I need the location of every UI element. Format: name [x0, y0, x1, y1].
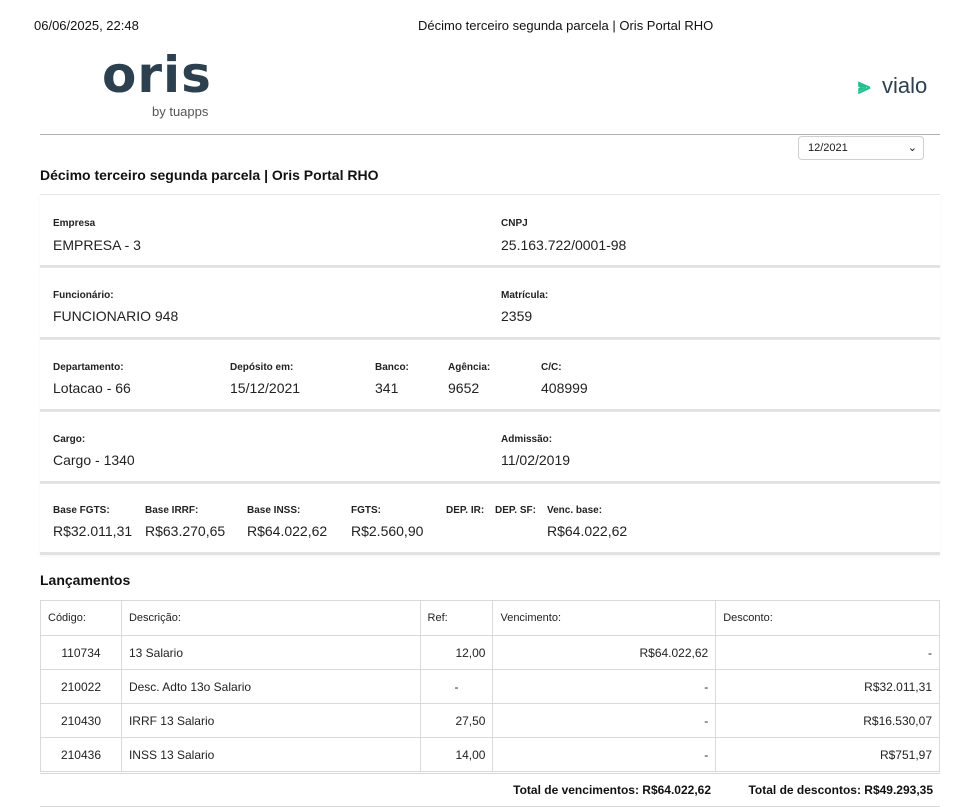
base-fgts-label: Base FGTS:	[53, 505, 110, 516]
cell-descricao: IRRF 13 Salario	[120, 703, 421, 738]
cell-desconto: -	[715, 635, 940, 670]
lancamentos-title: Lançamentos	[40, 572, 131, 588]
base-inss-label: Base INSS:	[247, 505, 301, 516]
period-select[interactable]: 12/2021 ⌄	[798, 136, 924, 160]
admissao-label: Admissão:	[501, 434, 553, 445]
fgts-value: R$2.560,90	[351, 523, 424, 539]
cargo-value: Cargo - 1340	[53, 452, 135, 468]
cell-ref: 14,00	[419, 737, 494, 772]
cell-codigo: 210430	[40, 703, 122, 738]
col-descricao: Descrição:	[120, 600, 421, 636]
table-row: 210022 Desc. Adto 13o Salario - - R$32.0…	[40, 669, 940, 704]
cargo-label: Cargo:	[53, 434, 86, 445]
departamento-value: Lotacao - 66	[53, 380, 131, 396]
dep-sf-label: DEP. SF:	[495, 505, 536, 516]
funcionario-label: Funcionário:	[53, 290, 114, 301]
table-row: 210436 INSS 13 Salario 14,00 - R$751,97	[40, 737, 940, 772]
panel-bases: Base FGTS: R$32.011,31 Base IRRF: R$63.2…	[40, 483, 940, 555]
matricula-label: Matrícula:	[501, 290, 549, 301]
page-title: Décimo terceiro segunda parcela | Oris P…	[40, 167, 379, 183]
base-inss-value: R$64.022,62	[247, 523, 328, 539]
total-descontos: Total de descontos: R$49.293,35	[748, 783, 933, 797]
vialo-logo-wordmark: vialo	[882, 73, 928, 98]
base-irrf-label: Base IRRF:	[145, 505, 199, 516]
deposito-label: Depósito em:	[230, 362, 294, 373]
cnpj-label: CNPJ	[501, 218, 528, 229]
base-irrf-value: R$63.270,65	[145, 523, 226, 539]
col-codigo: Código:	[40, 600, 122, 636]
vialo-logo: ⫸ vialo	[858, 72, 948, 100]
cc-label: C/C:	[541, 362, 562, 373]
cell-ref: 27,50	[419, 703, 494, 738]
oris-logo-wordmark: oris	[102, 46, 212, 104]
print-datetime: 06/06/2025, 22:48	[34, 18, 139, 33]
cell-ref: -	[419, 669, 494, 704]
agencia-value: 9652	[448, 380, 480, 396]
period-select-value: 12/2021	[808, 142, 848, 154]
panel-cargo: Cargo: Cargo - 1340 Admissão: 11/02/2019	[40, 411, 940, 484]
cnpj-value: 25.163.722/0001-98	[501, 237, 627, 253]
col-vencimento: Vencimento:	[492, 600, 717, 636]
table-row: 210430 IRRF 13 Salario 27,50 - R$16.530,…	[40, 703, 940, 738]
cell-vencimento: -	[492, 703, 717, 738]
cc-value: 408999	[541, 380, 588, 396]
empresa-value: EMPRESA - 3	[53, 237, 141, 253]
deposito-value: 15/12/2021	[230, 380, 301, 396]
agencia-label: Agência:	[448, 362, 491, 373]
cell-vencimento: -	[492, 669, 717, 704]
cell-vencimento: -	[492, 737, 717, 772]
empresa-label: Empresa	[53, 218, 96, 229]
base-fgts-value: R$32.011,31	[53, 523, 133, 539]
departamento-label: Departamento:	[53, 362, 124, 373]
cell-codigo: 210022	[40, 669, 122, 704]
vialo-mark-icon: ⫸	[858, 73, 871, 98]
matricula-value: 2359	[501, 308, 533, 324]
admissao-value: 11/02/2019	[501, 452, 571, 468]
panel-funcionario: Funcionário: FUNCIONARIO 948 Matrícula: …	[40, 267, 940, 340]
table-row: 110734 13 Salario 12,00 R$64.022,62 -	[40, 635, 940, 670]
header-divider	[40, 134, 940, 135]
chevron-down-icon[interactable]: ⌄	[908, 137, 917, 159]
funcionario-value: FUNCIONARIO 948	[53, 308, 179, 324]
lancamentos-table: Código: Descrição: Ref: Vencimento: Desc…	[40, 600, 940, 772]
fgts-label: FGTS:	[351, 505, 381, 516]
panel-empresa: Empresa EMPRESA - 3 CNPJ 25.163.722/0001…	[40, 194, 940, 268]
cell-ref: 12,00	[419, 635, 494, 670]
oris-logo: oris by tuapps	[102, 50, 224, 120]
cell-desconto: R$16.530,07	[715, 703, 940, 738]
cell-descricao: Desc. Adto 13o Salario	[120, 669, 421, 704]
banco-value: 341	[375, 380, 399, 396]
col-ref: Ref:	[419, 600, 494, 636]
cell-vencimento: R$64.022,62	[492, 635, 717, 670]
cell-desconto: R$751,97	[715, 737, 940, 772]
cell-descricao: INSS 13 Salario	[120, 737, 421, 772]
dep-ir-label: DEP. IR:	[446, 505, 485, 516]
cell-codigo: 210436	[40, 737, 122, 772]
cell-desconto: R$32.011,31	[715, 669, 940, 704]
oris-logo-subtitle: by tuapps	[152, 104, 209, 119]
banco-label: Banco:	[375, 362, 409, 373]
venc-base-label: Venc. base:	[547, 505, 603, 516]
totals-row: Total de vencimentos: R$64.022,62 Total …	[40, 773, 940, 807]
panel-pagamento: Departamento: Lotacao - 66 Depósito em: …	[40, 339, 940, 412]
col-desconto: Desconto:	[715, 600, 940, 636]
venc-base-value: R$64.022,62	[547, 523, 628, 539]
table-header-row: Código: Descrição: Ref: Vencimento: Desc…	[40, 600, 940, 636]
print-title: Décimo terceiro segunda parcela | Oris P…	[418, 18, 714, 33]
cell-codigo: 110734	[40, 635, 122, 670]
total-vencimentos: Total de vencimentos: R$64.022,62	[513, 783, 711, 797]
cell-descricao: 13 Salario	[120, 635, 421, 670]
